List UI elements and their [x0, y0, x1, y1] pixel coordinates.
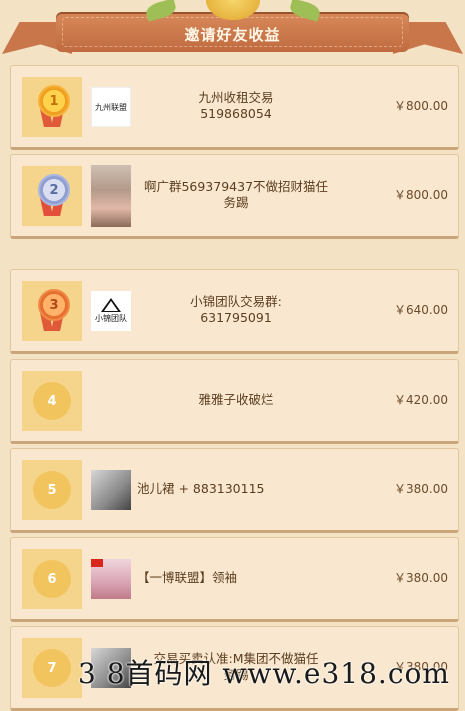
user-name: 啊广群569379437不做招财猫任 务踢 [143, 178, 329, 210]
avatar: 九州联盟 [91, 87, 131, 127]
earnings-amount: ￥380.00 [394, 571, 448, 585]
avatar [91, 470, 131, 510]
earnings-amount: ￥800.00 [394, 99, 448, 113]
user-name: 雅雅子收破烂 [198, 391, 274, 407]
earnings-amount: ￥800.00 [394, 188, 448, 202]
rank-badge: 2 [22, 166, 82, 226]
list-item[interactable]: 3 小锦团队 小锦团队交易群: 631795091 ￥640.00 [10, 269, 459, 354]
list-item[interactable]: 4 雅雅子收破烂 ￥420.00 [10, 359, 459, 444]
rank-badge: 1 [22, 77, 82, 137]
watermark: 3 8首码网 www.e318.com [78, 657, 450, 690]
rank-badge: 5 [22, 460, 82, 520]
silver-medal-icon: 2 [35, 174, 70, 218]
avatar [91, 559, 131, 599]
user-name: 九州收租交易 519868054 [198, 89, 274, 121]
rank-number: 5 [33, 471, 71, 509]
rank-number: 7 [33, 649, 71, 687]
flag-icon [91, 559, 103, 567]
gold-medal-icon: 1 [35, 85, 70, 129]
rank-badge: 3 [22, 281, 82, 341]
list-item[interactable]: 2 啊广群569379437不做招财猫任 务踢 ￥800.00 [10, 154, 459, 239]
rank-badge: 6 [22, 549, 82, 609]
list-item[interactable]: 6 【一博联盟】领袖 ￥380.00 [10, 537, 459, 622]
page-title: 邀请好友收益 [184, 26, 281, 44]
list-item[interactable]: 5 池儿裙 + 883130115 ￥380.00 [10, 448, 459, 533]
header-banner: 邀请好友收益 [0, 0, 465, 66]
user-name: 池儿裙 + 883130115 [137, 480, 265, 496]
avatar: 小锦团队 [91, 291, 131, 331]
avatar-logo-text: 小锦团队 [95, 314, 127, 323]
rank-badge: 4 [22, 371, 82, 431]
bronze-medal-icon: 3 [35, 289, 70, 333]
earnings-amount: ￥420.00 [394, 393, 448, 407]
crown-icon [206, 0, 260, 20]
avatar [91, 165, 131, 227]
rank-number: 4 [33, 382, 71, 420]
rank-number: 6 [33, 560, 71, 598]
user-name: 小锦团队交易群: 631795091 [190, 293, 282, 325]
earnings-amount: ￥640.00 [394, 303, 448, 317]
rank-badge: 7 [22, 638, 82, 698]
list-item[interactable]: 1 九州联盟 九州收租交易 519868054 ￥800.00 [10, 65, 459, 150]
earnings-amount: ￥380.00 [394, 482, 448, 496]
avatar-logo-text: 九州联盟 [95, 102, 127, 112]
user-name: 【一博联盟】领袖 [137, 569, 238, 585]
